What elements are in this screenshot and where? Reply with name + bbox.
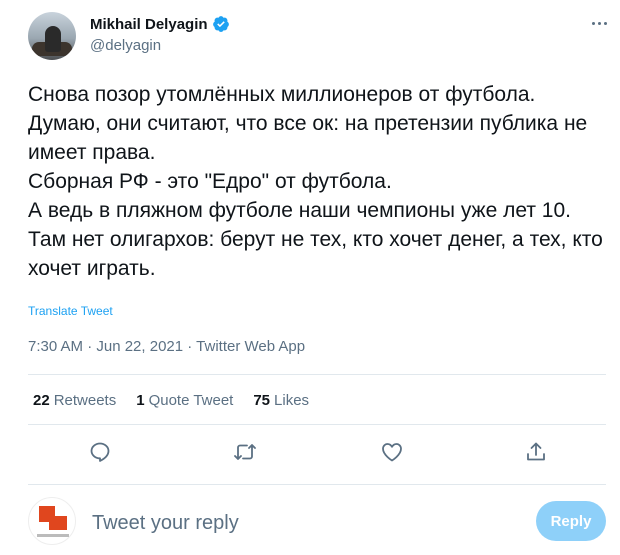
likes-label: Likes [274, 392, 310, 409]
tweet-actions [28, 438, 606, 468]
reply-icon[interactable] [88, 440, 112, 464]
divider [28, 484, 606, 485]
likes-count: 75 [253, 392, 271, 409]
quote-tweet-stat[interactable]: 1 Quote Tweet [136, 392, 233, 409]
tweet-line: Там нет олигархов: берут не тех, кто хоч… [28, 228, 603, 280]
tweet-text: Снова позор утомлённых миллионеров от фу… [28, 80, 608, 283]
more-dot [597, 21, 601, 25]
likes-stat[interactable]: 75 Likes [253, 392, 309, 409]
user-avatar[interactable] [28, 497, 76, 545]
avatar-rider-shape [45, 26, 61, 52]
retweet-icon[interactable] [233, 440, 257, 464]
tweet-line: А ведь в пляжном футболе наши чемпионы у… [28, 199, 571, 222]
tweet-line: Сборная РФ - это "Едро" от футбола. [28, 170, 392, 193]
tweet-timestamp[interactable]: 7:30 AM · Jun 22, 2021 · Twitter Web App [28, 338, 305, 355]
more-dot [603, 21, 607, 25]
avatar-logo-shape [49, 516, 67, 530]
divider [28, 374, 606, 375]
tweet-line: Снова позор утомлённых миллионеров от фу… [28, 83, 536, 106]
like-icon[interactable] [380, 440, 404, 464]
divider [28, 424, 606, 425]
more-options-icon[interactable] [588, 14, 610, 32]
share-icon[interactable] [524, 440, 548, 464]
author-avatar[interactable] [28, 12, 76, 60]
translate-tweet-link[interactable]: Translate Tweet [28, 304, 113, 318]
author-handle[interactable]: @delyagin [90, 37, 161, 54]
engagement-stats: 22 Retweets 1 Quote Tweet 75 Likes [33, 392, 309, 409]
more-dot [591, 21, 595, 25]
quote-label: Quote Tweet [148, 392, 234, 409]
verified-badge-icon [212, 16, 229, 32]
retweets-count: 22 [33, 392, 50, 409]
avatar-logo-caption [37, 534, 69, 537]
reply-input[interactable] [92, 509, 512, 537]
quote-count: 1 [136, 392, 145, 409]
tweet-line: Думаю, они считают, что все ок: на прете… [28, 112, 588, 164]
reply-button[interactable]: Reply [536, 501, 606, 541]
author-name-row: Mikhail Delyagin [90, 15, 230, 33]
author-display-name[interactable]: Mikhail Delyagin [90, 16, 208, 33]
retweets-label: Retweets [53, 392, 117, 409]
retweets-stat[interactable]: 22 Retweets [33, 392, 116, 409]
